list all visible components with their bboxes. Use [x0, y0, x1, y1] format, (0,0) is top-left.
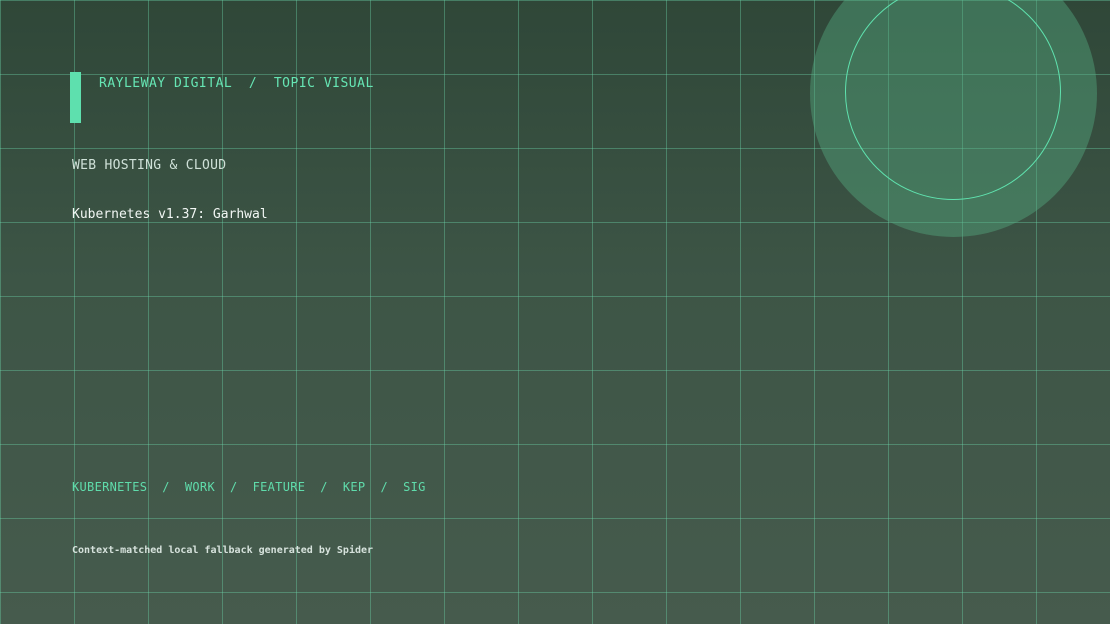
- accent-bar: [70, 72, 81, 123]
- brand-eyebrow: RAYLEWAY DIGITAL / TOPIC VISUAL: [99, 76, 374, 91]
- tag-list: KUBERNETES / WORK / FEATURE / KEP / SIG: [72, 480, 426, 494]
- category-label: WEB HOSTING & CLOUD: [72, 158, 227, 173]
- footnote: Context-matched local fallback generated…: [72, 545, 374, 556]
- topic-visual-canvas: RAYLEWAY DIGITAL / TOPIC VISUAL WEB HOST…: [0, 0, 1110, 624]
- page-title: Kubernetes v1.37: Garhwal: [72, 207, 268, 222]
